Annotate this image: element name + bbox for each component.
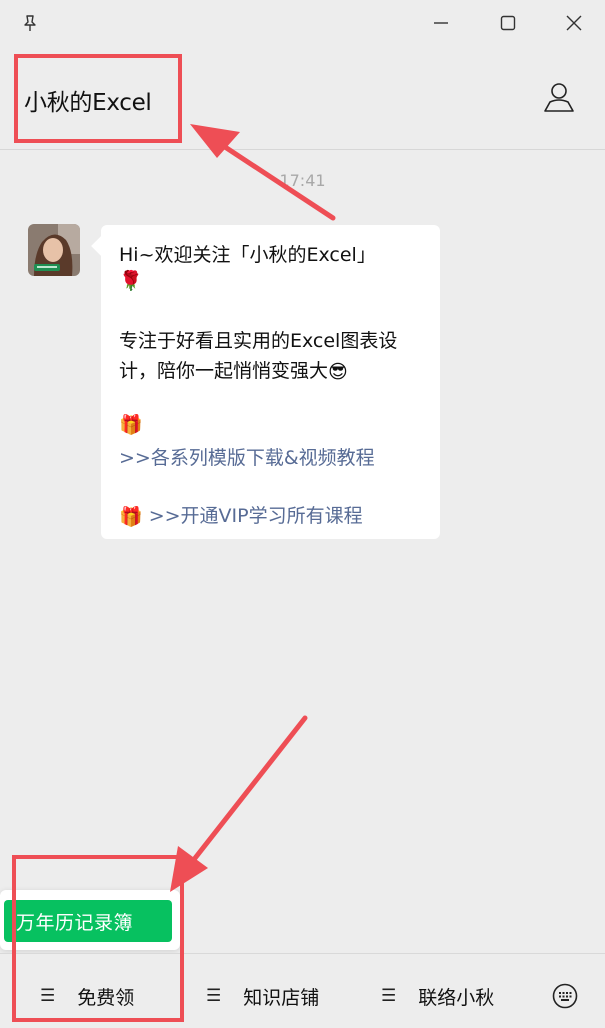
message-greeting: Hi~欢迎关注「小秋的Excel」: [119, 244, 376, 266]
keyboard-icon[interactable]: [551, 982, 579, 1010]
menu-item-label: 联络小秋: [418, 986, 495, 1009]
rose-emoji: 🌹: [119, 270, 143, 292]
message-description-line1: 专注于好看且实用的Excel图表设: [119, 330, 398, 352]
message-bubble: Hi~欢迎关注「小秋的Excel」 🌹 专注于好看且实用的Excel图表设 计，…: [91, 225, 440, 539]
avatar[interactable]: [28, 224, 80, 276]
person-icon[interactable]: [540, 78, 578, 116]
vip-course-link[interactable]: >>开通VIP学习所有课程: [149, 505, 363, 527]
minimize-icon[interactable]: [428, 10, 454, 36]
menu-list-icon: ☰: [381, 986, 397, 1006]
annotation-box-title: [14, 54, 182, 143]
gift-emoji: 🎁: [119, 414, 143, 436]
annotation-arrow-menu: [170, 715, 308, 892]
message-description-text: 计，陪你一起悄悄变强大: [119, 360, 329, 382]
bubble-tail: [91, 236, 111, 256]
message-description-line2: 计，陪你一起悄悄变强大😎: [119, 356, 348, 383]
window-titlebar: [0, 0, 605, 48]
menu-item-shop[interactable]: ☰ 知识店铺: [206, 982, 319, 1010]
gift-emoji: 🎁: [119, 506, 143, 528]
maximize-icon[interactable]: [495, 10, 521, 36]
pin-icon[interactable]: [17, 10, 43, 36]
menu-list-icon: ☰: [206, 986, 222, 1006]
sunglasses-emoji: 😎: [328, 360, 348, 383]
vip-link-line: 🎁 >>开通VIP学习所有课程: [119, 501, 363, 528]
template-download-link[interactable]: >>各系列模版下载&视频教程: [119, 443, 375, 470]
menu-item-label: 知识店铺: [243, 986, 320, 1009]
annotation-box-menu: [12, 855, 184, 1022]
menu-item-contact[interactable]: ☰ 联络小秋: [381, 982, 494, 1010]
close-icon[interactable]: [561, 10, 587, 36]
message-timestamp: 17:41: [279, 171, 326, 190]
